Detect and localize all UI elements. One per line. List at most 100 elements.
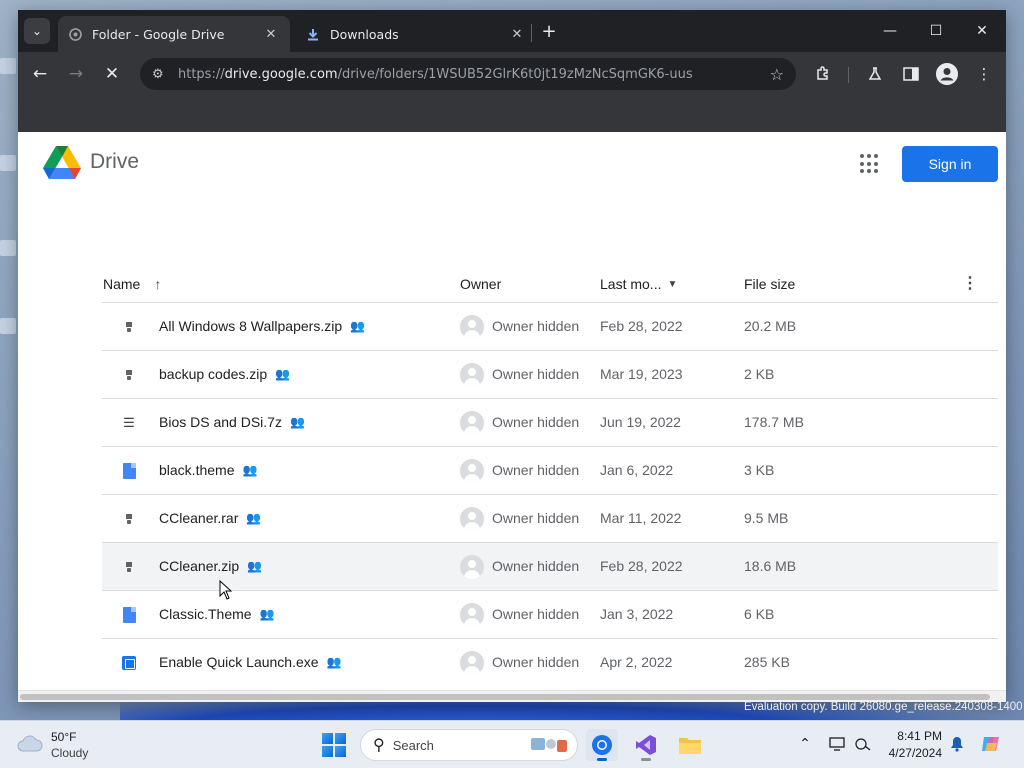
column-label: Name bbox=[103, 276, 141, 292]
clock-date[interactable]: 4/27/2024 bbox=[880, 746, 942, 760]
new-tab-button[interactable]: + bbox=[538, 20, 560, 42]
last-modified: Jan 3, 2022 bbox=[600, 606, 674, 622]
table-row[interactable]: CCleaner.rar 👥 Owner hidden Mar 11, 2022 … bbox=[102, 495, 998, 543]
close-tab-icon[interactable]: ✕ bbox=[262, 25, 280, 43]
zip-file-icon bbox=[122, 367, 136, 383]
close-window-button[interactable]: ✕ bbox=[960, 18, 1004, 44]
desktop-icon[interactable] bbox=[0, 155, 16, 171]
extensions-icon[interactable] bbox=[812, 63, 834, 85]
last-modified: Mar 19, 2023 bbox=[600, 366, 683, 382]
drive-favicon-icon bbox=[68, 27, 82, 41]
toolbar-divider bbox=[848, 67, 849, 83]
table-row[interactable]: Classic.Theme 👥 Owner hidden Jan 3, 2022 … bbox=[102, 591, 998, 639]
zip-file-icon bbox=[122, 511, 136, 527]
column-modified-header[interactable]: Last mo... ▼ bbox=[600, 276, 677, 292]
clock-time[interactable]: 8:41 PM bbox=[896, 729, 942, 743]
file-size: 285 KB bbox=[744, 654, 790, 670]
arrow-up-icon[interactable]: ↑ bbox=[154, 276, 161, 292]
show-hidden-icons-chevron-up-icon[interactable]: ⌃ bbox=[794, 733, 816, 755]
last-modified: Feb 28, 2022 bbox=[600, 318, 683, 334]
address-bar[interactable]: ⚙ https://drive.google.com/drive/folders… bbox=[140, 58, 796, 90]
site-info-icon[interactable]: ⚙ bbox=[152, 67, 172, 82]
chevron-down-icon: ⌄ bbox=[31, 24, 43, 38]
column-label: Owner bbox=[460, 276, 502, 292]
file-name[interactable]: black.theme 👥 bbox=[159, 462, 257, 478]
stop-loading-button[interactable]: ✕ bbox=[100, 62, 124, 86]
side-panel-icon[interactable] bbox=[900, 63, 922, 85]
notification-bell-icon[interactable] bbox=[946, 733, 968, 755]
profile-avatar-icon[interactable] bbox=[936, 63, 958, 85]
taskbar-file-explorer[interactable] bbox=[674, 729, 706, 761]
owner-name: Owner hidden bbox=[492, 318, 580, 334]
maximize-icon: ☐ bbox=[929, 23, 943, 39]
taskbar-chrome[interactable] bbox=[586, 729, 618, 761]
labs-flask-icon[interactable] bbox=[864, 63, 886, 85]
table-row[interactable]: Enable Quick Launch.exe 👥 Owner hidden Ap… bbox=[102, 639, 998, 687]
mouse-pointer-icon bbox=[219, 580, 233, 600]
close-tab-icon[interactable]: ✕ bbox=[508, 25, 526, 43]
more-menu-icon[interactable]: ⋮ bbox=[973, 63, 995, 85]
download-icon bbox=[306, 27, 320, 41]
app-name[interactable]: Drive bbox=[90, 150, 139, 174]
table-row[interactable]: CCleaner.zip 👥 Owner hidden Feb 28, 2022 … bbox=[102, 543, 998, 591]
cloud-icon[interactable] bbox=[16, 733, 44, 753]
owner-avatar bbox=[460, 603, 484, 627]
taskbar-visual-studio[interactable] bbox=[630, 729, 662, 761]
back-button[interactable]: ← bbox=[28, 62, 52, 86]
tab-strip: ⌄ Folder - Google Drive ✕ Downloads ✕ + … bbox=[18, 10, 1006, 52]
file-name[interactable]: CCleaner.zip 👥 bbox=[159, 558, 262, 574]
file-name[interactable]: Enable Quick Launch.exe 👥 bbox=[159, 654, 342, 670]
url-text[interactable]: https://drive.google.com/drive/folders/1… bbox=[172, 67, 770, 82]
google-apps-icon[interactable] bbox=[860, 154, 880, 174]
file-name[interactable]: CCleaner.rar 👥 bbox=[159, 510, 261, 526]
owner-avatar bbox=[460, 459, 484, 483]
column-owner-header[interactable]: Owner bbox=[460, 276, 501, 292]
display-icon[interactable] bbox=[826, 733, 848, 755]
url-path: /drive/folders/1WSUB52GlrK6t0jt19zMzNcSq… bbox=[337, 66, 693, 82]
shared-people-icon: 👥 bbox=[247, 559, 263, 573]
file-name[interactable]: backup codes.zip 👥 bbox=[159, 366, 290, 382]
table-row[interactable]: All Windows 8 Wallpapers.zip 👥 Owner hidd… bbox=[102, 303, 998, 351]
maximize-button[interactable]: ☐ bbox=[914, 18, 958, 44]
owner-name: Owner hidden bbox=[492, 606, 580, 622]
column-size-header[interactable]: File size bbox=[744, 276, 795, 292]
desktop-icon[interactable] bbox=[0, 318, 16, 334]
table-row[interactable]: ☰ Bios DS and DSi.7z 👥 Owner hidden Jun 1… bbox=[102, 399, 998, 447]
scrollbar-thumb[interactable] bbox=[20, 694, 990, 700]
sign-in-button[interactable]: Sign in bbox=[902, 146, 998, 182]
tab-search-button[interactable]: ⌄ bbox=[24, 18, 50, 44]
file-name[interactable]: Classic.Theme 👥 bbox=[159, 606, 275, 622]
file-name[interactable]: All Windows 8 Wallpapers.zip 👥 bbox=[159, 318, 365, 334]
weather-temperature[interactable]: 50°F bbox=[51, 730, 76, 744]
file-list: Name ↑ Owner Last mo... ▼ File size ⋮ Al… bbox=[102, 270, 998, 687]
table-row[interactable]: black.theme 👥 Owner hidden Jan 6, 2022 3 … bbox=[102, 447, 998, 495]
close-icon: ✕ bbox=[104, 64, 120, 84]
weather-condition[interactable]: Cloudy bbox=[51, 746, 88, 760]
tab-separator bbox=[531, 24, 532, 42]
search-icon: ⚲ bbox=[373, 737, 385, 754]
shared-people-icon: 👥 bbox=[246, 511, 262, 525]
browser-toolbar: ← → ✕ ⚙ https://drive.google.com/drive/f… bbox=[18, 52, 1006, 96]
network-icon[interactable] bbox=[852, 733, 874, 755]
zip-file-icon bbox=[122, 319, 136, 335]
tab-downloads[interactable]: Downloads ✕ bbox=[296, 16, 536, 52]
desktop-icon[interactable] bbox=[0, 240, 16, 256]
table-row[interactable]: backup codes.zip 👥 Owner hidden Mar 19, 2… bbox=[102, 351, 998, 399]
caret-down-icon[interactable]: ▼ bbox=[667, 279, 677, 290]
owner-name: Owner hidden bbox=[492, 366, 580, 382]
desktop-icon[interactable] bbox=[0, 58, 16, 74]
forward-button[interactable]: → bbox=[64, 62, 88, 86]
start-button[interactable] bbox=[322, 733, 346, 757]
tab-folder-google-drive[interactable]: Folder - Google Drive ✕ bbox=[58, 16, 290, 52]
copilot-icon[interactable] bbox=[980, 733, 1002, 755]
taskbar-search[interactable]: ⚲ Search bbox=[360, 729, 578, 761]
url-domain: drive.google.com bbox=[224, 66, 338, 82]
column-name-header[interactable]: Name ↑ bbox=[103, 276, 161, 292]
file-size: 20.2 MB bbox=[744, 318, 797, 334]
file-size: 9.5 MB bbox=[744, 510, 789, 526]
more-options-icon[interactable]: ⋮ bbox=[962, 274, 978, 292]
shared-people-icon: 👥 bbox=[289, 415, 305, 429]
file-name[interactable]: Bios DS and DSi.7z 👥 bbox=[159, 414, 305, 430]
bookmark-star-icon[interactable]: ☆ bbox=[770, 65, 784, 84]
minimize-button[interactable]: — bbox=[868, 18, 912, 44]
